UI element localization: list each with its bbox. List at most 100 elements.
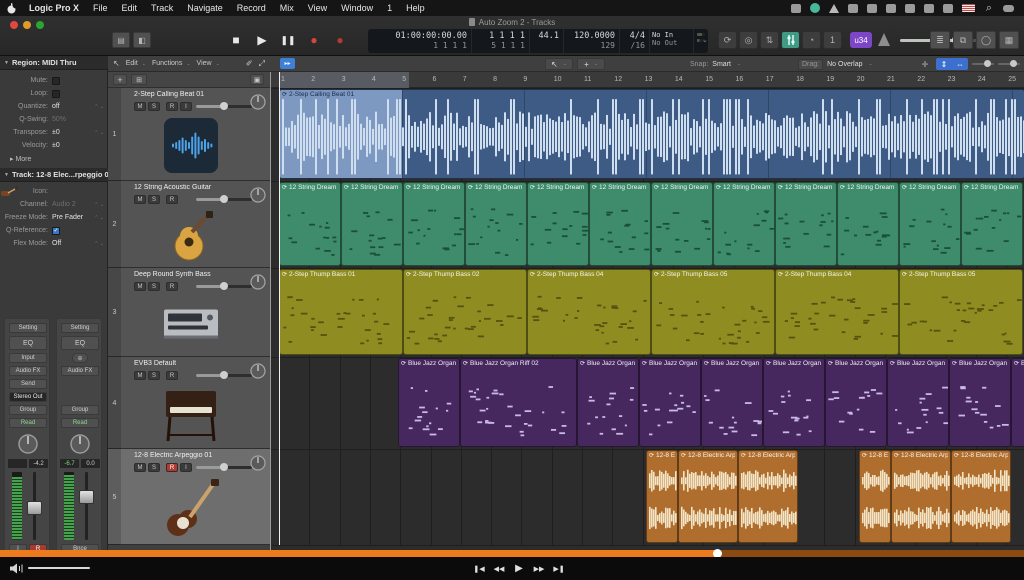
menu-item-mix[interactable]: Mix (273, 0, 301, 16)
stepper-chevrons[interactable]: ⌃ ⌄ (94, 215, 104, 221)
record-button[interactable]: ● (302, 30, 326, 50)
fader-thumb[interactable] (79, 490, 94, 504)
track-header-5[interactable]: 512-8 Electric Arpeggio 01MSRI (108, 449, 270, 545)
lcd-display[interactable]: 01:00:00:00.001 1 1 11 1 1 15 1 1 144.11… (368, 29, 708, 53)
pause-button[interactable]: ❚❚ (276, 30, 300, 50)
menu-functions[interactable]: Functions⌄ (152, 60, 191, 67)
track-s-button[interactable]: S (148, 282, 160, 291)
waveform-zoom-button[interactable]: ✛ (918, 58, 932, 70)
track-header-config-button[interactable]: ▣ (250, 74, 264, 85)
region-5-1[interactable]: ⟳12-8 Ele (646, 450, 678, 543)
region-row-4[interactable]: Transpose:±0⌃ ⌄ (0, 126, 108, 139)
stepper-chevrons[interactable]: ⌃ ⌄ (94, 104, 104, 110)
spotlight-icon[interactable]: ⌕ (984, 3, 994, 13)
region-3-5[interactable]: ⟳2-Step Thump Bass 04 (775, 269, 899, 355)
region-2-11[interactable]: ⟳12 String Dream 07 (899, 182, 961, 266)
stepper-chevrons[interactable]: ⌃ ⌄ (94, 202, 104, 208)
region-4-3[interactable]: ⟳Blue Jazz Organ Rif (577, 358, 639, 447)
catch-playhead-button[interactable]: ▸▸ (280, 58, 295, 69)
apple-loops-button[interactable]: ◯ (976, 31, 996, 49)
menu-item-navigate[interactable]: Navigate (180, 0, 230, 16)
fader-thumb[interactable] (27, 501, 42, 515)
autopunch-button[interactable]: ⇅ (760, 31, 779, 49)
setting-button[interactable]: Setting (9, 323, 47, 333)
apple-menu[interactable] (0, 0, 22, 16)
tuner-button[interactable] (781, 31, 800, 49)
setting-button[interactable]: Setting (61, 323, 99, 333)
checkbox[interactable] (52, 90, 60, 98)
track-m-button[interactable]: M (134, 463, 146, 472)
zoom-slider-thumb[interactable] (984, 60, 991, 67)
checkbox[interactable] (52, 77, 60, 85)
region-5-3[interactable]: ⟳12-8 Electric Arpeg (738, 450, 798, 543)
list-editors-button[interactable]: ≣ (930, 31, 950, 49)
region-4-10[interactable]: ⟳Blue Jazz Organ Rif (1011, 358, 1024, 447)
region-3-3[interactable]: ⟳2-Step Thump Bass 04 (527, 269, 651, 355)
region-3-6[interactable]: ⟳2-Step Thump Bass 05 (899, 269, 1023, 355)
control-center-icon[interactable] (1003, 5, 1014, 12)
checkbox[interactable]: ✓ (52, 227, 60, 235)
audio-fx-button[interactable]: Audio FX (61, 366, 99, 376)
track-volume-thumb[interactable] (220, 195, 228, 203)
eq-button[interactable]: EQ (9, 336, 47, 350)
note-pads-button[interactable]: ⧉ (953, 31, 973, 49)
region-2-1[interactable]: ⟳12 String Dream 01 (279, 182, 341, 266)
cycle-button[interactable]: ⟳ (718, 31, 737, 49)
menu-item-file[interactable]: File (86, 0, 115, 16)
zoom-slider-thumb[interactable] (1010, 60, 1017, 67)
command-click-tool-menu[interactable]: +⌄ (577, 58, 605, 70)
region-4-2[interactable]: ⟳Blue Jazz Organ Riff 02 (460, 358, 577, 447)
region-2-4[interactable]: ⟳12 String Dream 04 (465, 182, 527, 266)
quick-help-button[interactable]: ◧ (133, 32, 151, 48)
track-header-1[interactable]: 12-Step Calling Beat 01MSRI (108, 88, 270, 181)
lcd-mode-chevron[interactable]: ⌄ (702, 36, 710, 46)
track-i-button[interactable]: I (180, 463, 192, 472)
track-s-button[interactable]: S (148, 102, 160, 111)
bluetooth-icon[interactable] (943, 4, 953, 13)
track-volume-thumb[interactable] (220, 463, 228, 471)
track-row-1[interactable]: Channel:Audio 2⌃ ⌄ (0, 198, 108, 211)
region-1-1[interactable]: ⟳2-Step Calling Beat 01 (279, 89, 1024, 179)
menu-item-record[interactable]: Record (230, 0, 273, 16)
track-r-button[interactable]: R (166, 102, 178, 111)
triangle-icon[interactable] (829, 4, 839, 13)
track-s-button[interactable]: S (148, 195, 160, 204)
group-button[interactable]: Group (9, 405, 47, 415)
region-5-2[interactable]: ⟳12-8 Electric Arpeg (678, 450, 738, 543)
eq-button[interactable]: EQ (61, 336, 99, 350)
region-4-5[interactable]: ⟳Blue Jazz Organ Rif (701, 358, 763, 447)
shield-icon[interactable] (848, 4, 858, 13)
menu-item-track[interactable]: Track (144, 0, 180, 16)
track-r-button[interactable]: R (166, 282, 178, 291)
library-toggle-button[interactable]: ▤ (112, 32, 130, 48)
read-button[interactable]: Read (61, 418, 99, 428)
fader-track[interactable] (85, 472, 88, 540)
menu-item-help[interactable]: Help (399, 0, 432, 16)
input-button[interactable]: Input (9, 353, 47, 363)
menu-view[interactable]: View⌄ (197, 60, 220, 67)
track-m-button[interactable]: M (134, 282, 146, 291)
audio-fx-button[interactable]: Audio FX (9, 366, 47, 376)
lock-icon[interactable] (886, 4, 896, 13)
region-3-2[interactable]: ⟳2-Step Thump Bass 02 (403, 269, 527, 355)
zoom-tool-icon[interactable]: ⤢ (259, 59, 265, 69)
video-volume-slider[interactable] (28, 567, 90, 569)
track-row-2[interactable]: Freeze Mode:Pre Fader⌃ ⌄ (0, 211, 108, 224)
track-r-button[interactable]: R (166, 195, 178, 204)
region-2-10[interactable]: ⟳12 String Dream 06 (837, 182, 899, 266)
skip-forward-button[interactable]: ▶❚ (550, 562, 568, 575)
region-4-4[interactable]: ⟳Blue Jazz Organ Rif (639, 358, 701, 447)
read-button[interactable]: Read (9, 418, 47, 428)
drag-menu[interactable]: Drag:No Overlap⌄ (798, 58, 908, 70)
track-header-3[interactable]: 3Deep Round Synth BassMSR (108, 268, 270, 357)
region-3-4[interactable]: ⟳2-Step Thump Bass 05 (651, 269, 775, 355)
region-2-2[interactable]: ⟳12 String Dream 02 (341, 182, 403, 266)
pan-knob[interactable] (69, 433, 91, 455)
track-m-button[interactable]: M (134, 371, 146, 380)
region-inspector-header[interactable]: ▼Region: MIDI Thru (0, 56, 108, 70)
region-5-5[interactable]: ⟳12-8 Electric Arpeg (891, 450, 951, 543)
group-button[interactable]: Group (61, 405, 99, 415)
region-2-3[interactable]: ⟳12 String Dream 03 (403, 182, 465, 266)
region-5-4[interactable]: ⟳12-8 Ele (859, 450, 891, 543)
speaker-icon[interactable] (10, 563, 24, 574)
